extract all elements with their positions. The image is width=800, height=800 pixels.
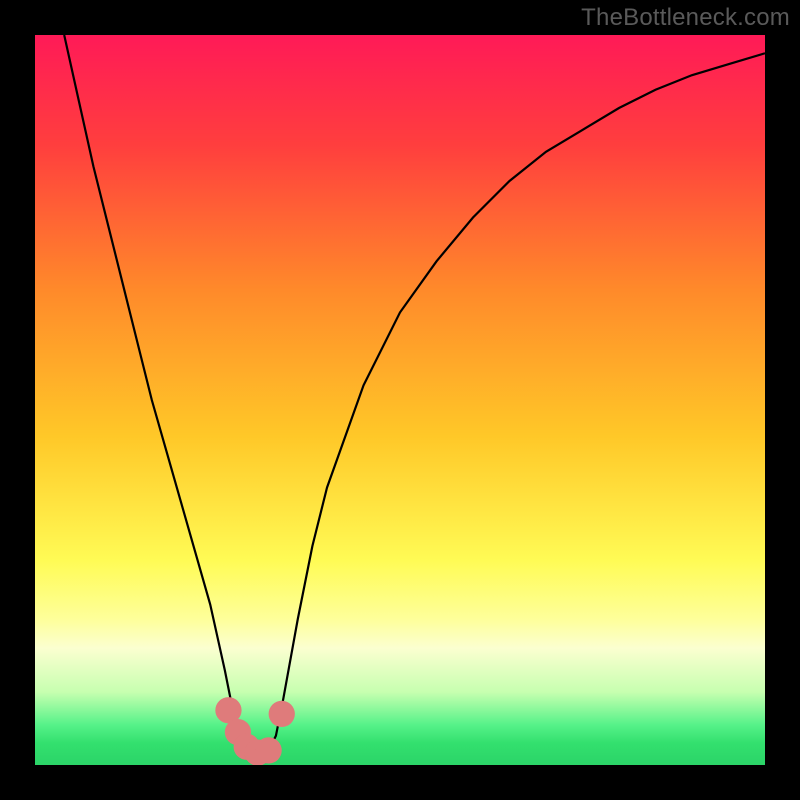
chart-canvas: TheBottleneck.com: [0, 0, 800, 800]
watermark-text: TheBottleneck.com: [581, 4, 790, 32]
marker-dot: [255, 737, 281, 763]
bottleneck-chart: [35, 35, 765, 765]
marker-dot: [269, 701, 295, 727]
gradient-background: [35, 35, 765, 765]
